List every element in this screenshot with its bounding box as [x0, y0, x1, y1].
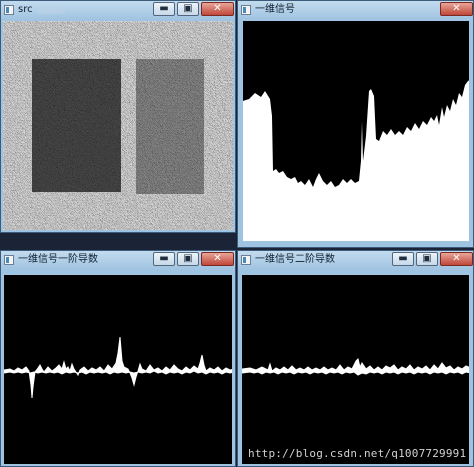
- close-icon: ✕: [213, 3, 222, 14]
- close-icon: ✕: [213, 253, 222, 264]
- noise-overlay-light: [4, 22, 233, 230]
- window-title-src: src: [18, 4, 33, 15]
- window-signal: 一维信号 ✕: [237, 0, 474, 248]
- minimize-button[interactable]: ▬: [392, 252, 414, 266]
- noise-image: [3, 21, 233, 230]
- watermark-url: http://blog.csdn.net/q1007729991: [248, 447, 467, 460]
- close-button[interactable]: ✕: [440, 2, 473, 16]
- minimize-icon: ▬: [159, 253, 169, 264]
- image-canvas-second-derivative: [242, 275, 469, 464]
- title-bar-src[interactable]: src ▬ ▣ ✕: [1, 1, 235, 20]
- minimize-button[interactable]: ▬: [153, 252, 175, 266]
- title-bar-signal[interactable]: 一维信号 ✕: [238, 1, 473, 20]
- minimize-icon: ▬: [159, 3, 169, 14]
- close-button[interactable]: ✕: [201, 252, 234, 266]
- window-src: src ▬ ▣ ✕: [0, 0, 236, 233]
- second-derivative-plot: [242, 275, 469, 464]
- maximize-icon: ▣: [183, 3, 193, 14]
- close-icon: ✕: [452, 3, 461, 14]
- close-button[interactable]: ✕: [201, 2, 234, 16]
- app-icon[interactable]: [241, 255, 251, 265]
- title-redaction: [37, 7, 65, 13]
- maximize-icon: ▣: [422, 253, 432, 264]
- close-icon: ✕: [452, 253, 461, 264]
- minimize-icon: ▬: [398, 253, 408, 264]
- app-icon[interactable]: [4, 255, 14, 265]
- close-button[interactable]: ✕: [440, 252, 473, 266]
- minimize-button[interactable]: ▬: [153, 2, 175, 16]
- window-second-derivative: 一维信号二阶导数 ▬ ▣ ✕: [237, 250, 474, 467]
- window-first-derivative: 一维信号一阶导数 ▬ ▣ ✕: [0, 250, 236, 467]
- app-icon[interactable]: [241, 5, 251, 15]
- image-canvas-first-derivative: [4, 275, 232, 464]
- window-title-first-derivative: 一维信号一阶导数: [18, 254, 98, 265]
- window-title-signal: 一维信号: [255, 4, 295, 15]
- image-canvas-signal: [243, 21, 469, 241]
- window-title-second-derivative: 一维信号二阶导数: [255, 254, 335, 265]
- image-canvas-src: [3, 21, 233, 230]
- app-icon[interactable]: [4, 5, 14, 15]
- maximize-button[interactable]: ▣: [177, 252, 199, 266]
- title-bar-second-derivative[interactable]: 一维信号二阶导数 ▬ ▣ ✕: [238, 251, 473, 270]
- maximize-icon: ▣: [183, 253, 193, 264]
- signal-plot: [243, 21, 469, 241]
- title-bar-first-derivative[interactable]: 一维信号一阶导数 ▬ ▣ ✕: [1, 251, 235, 270]
- maximize-button[interactable]: ▣: [177, 2, 199, 16]
- first-derivative-plot: [4, 275, 232, 464]
- maximize-button[interactable]: ▣: [416, 252, 438, 266]
